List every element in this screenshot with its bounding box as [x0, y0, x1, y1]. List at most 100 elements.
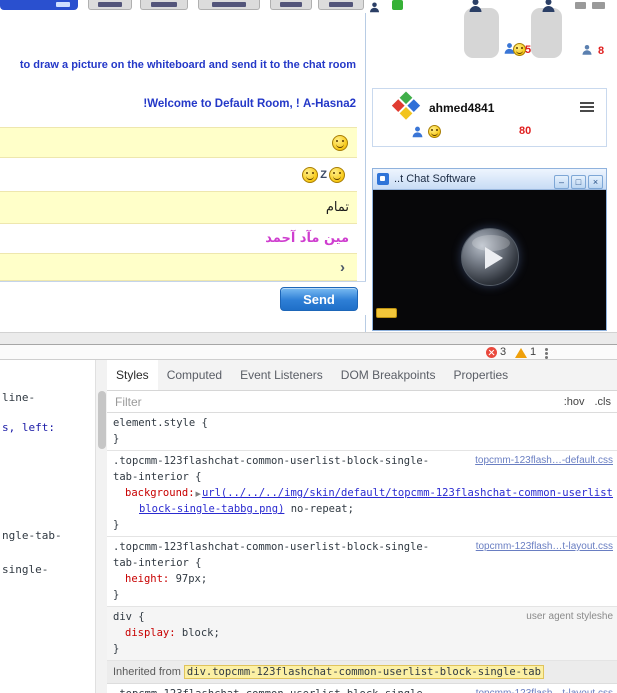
styles-sidebar: Styles Computed Event Listeners DOM Brea… [107, 360, 617, 693]
hov-toggle[interactable]: :hov [564, 396, 585, 408]
scrollbar-thumb[interactable] [98, 391, 106, 449]
flashchat-logo-icon [390, 91, 421, 122]
warning-count: 1 [530, 346, 536, 358]
css-property-value[interactable]: 97px; [169, 573, 207, 585]
css-property-value[interactable]: block; [176, 627, 220, 639]
elements-tree-pane: line- s, left: ngle-tab- single- [0, 360, 95, 693]
disclosure-triangle-icon[interactable]: ▶ [196, 490, 201, 498]
user-points-count: 80 [519, 125, 531, 137]
error-badge[interactable]: 3 [486, 346, 506, 358]
smiley-icon [332, 135, 348, 151]
css-rules-list: element.style { } topcmm-123flash…-defau… [107, 413, 617, 693]
smiley-icon [302, 167, 318, 183]
inherited-from-label: Inherited from [113, 666, 184, 678]
person-icon [581, 43, 593, 61]
css-rule-tab[interactable]: topcmm-123flash…t-layout.css .topcmm-123f… [107, 684, 617, 693]
warning-badge[interactable]: 1 [515, 346, 536, 358]
yellow-tag[interactable] [376, 308, 397, 318]
play-button[interactable] [461, 228, 519, 286]
chat-message-row [0, 127, 357, 158]
css-selector[interactable]: tab-interior { [113, 471, 202, 483]
person-icon [540, 0, 557, 18]
css-property-name[interactable]: display: [125, 627, 176, 639]
user-menu-icon[interactable] [580, 102, 594, 114]
chat-input-area[interactable]: Send [0, 281, 366, 315]
css-selector[interactable]: .topcmm-123flashchat-common-userlist-blo… [113, 541, 429, 553]
css-property-name[interactable]: background: [125, 487, 195, 499]
css-rule-user-agent[interactable]: user agent styleshe div { display: block;… [107, 607, 617, 661]
minimize-button[interactable]: – [554, 175, 569, 189]
small-icon[interactable] [592, 2, 605, 9]
css-selector[interactable]: .topcmm-123flashchat-common-userlist-blo… [113, 455, 429, 467]
stylesheet-link[interactable]: topcmm-123flash…t-layout.css [476, 686, 613, 693]
chat-message-row: › [0, 253, 357, 281]
dom-tree-fragment[interactable]: line- [2, 391, 35, 404]
css-brace: } [113, 589, 119, 601]
stylesheet-link[interactable]: topcmm-123flash…-default.css [475, 453, 613, 468]
chat-message-row: Z [0, 158, 357, 191]
dom-tree-fragment[interactable]: s, left: [2, 421, 55, 434]
tab-properties[interactable]: Properties [444, 360, 517, 390]
chat-arabic-message: مين مآد آحمد [265, 231, 349, 246]
styles-filter-bar: :hov .cls [107, 391, 617, 413]
css-brace: } [113, 433, 119, 445]
css-property-name[interactable]: height: [125, 573, 169, 585]
toolbar-button[interactable] [88, 0, 132, 10]
tab-computed[interactable]: Computed [158, 360, 231, 390]
css-rule-height[interactable]: topcmm-123flash…t-layout.css .topcmm-123f… [107, 537, 617, 607]
online-status-icon [392, 0, 403, 10]
css-url-link[interactable]: block-single-tabbg.png) [139, 503, 284, 515]
toolbar-primary-button[interactable] [0, 0, 78, 10]
css-selector[interactable]: .topcmm-123flashchat-common-userlist-blo… [113, 688, 429, 693]
toolbar-button[interactable] [140, 0, 188, 10]
more-menu-icon[interactable] [545, 348, 548, 359]
toolbar-button[interactable] [318, 0, 364, 10]
css-selector[interactable]: div { [113, 611, 145, 623]
devtools-toolbar: 3 1 [0, 345, 617, 360]
stylesheet-link[interactable]: topcmm-123flash…t-layout.css [476, 539, 613, 554]
css-selector[interactable]: element.style { [113, 417, 208, 429]
toolbar-button[interactable] [270, 0, 312, 10]
styles-filter-input[interactable] [113, 394, 554, 410]
cls-toggle[interactable]: .cls [595, 396, 612, 408]
inherited-from-bar: Inherited from div.topcmm-123flashchat-c… [107, 661, 617, 684]
send-button[interactable]: Send [280, 287, 358, 311]
chat-message-row: مين مآد آحمد [0, 224, 357, 253]
person-icon [467, 0, 484, 18]
toolbar-button[interactable] [198, 0, 260, 10]
restore-button[interactable]: □ [571, 175, 586, 189]
error-icon [486, 347, 497, 358]
sidebar-tabs: Styles Computed Event Listeners DOM Brea… [107, 360, 617, 391]
person-icon [411, 125, 424, 143]
close-button[interactable]: × [588, 175, 603, 189]
username-label: ahmed4841 [429, 101, 494, 115]
inherited-node-link[interactable]: div.topcmm-123flashchat-common-userlist-… [184, 665, 544, 679]
tab-styles[interactable]: Styles [107, 360, 158, 390]
css-selector[interactable]: tab-interior { [113, 557, 202, 569]
element-style-section[interactable]: element.style { } [107, 413, 617, 451]
expand-chevron-icon[interactable]: › [340, 259, 345, 276]
css-property-value[interactable]: no-repeat; [284, 503, 354, 515]
chat-system-message: to draw a picture on the whiteboard and … [0, 59, 356, 75]
stylesheet-origin-label: user agent styleshe [526, 609, 613, 624]
dom-tree-fragment[interactable]: ngle-tab- [2, 529, 62, 542]
current-user-panel[interactable]: ahmed4841 80 [372, 88, 607, 147]
window-title: ..t Chat Software [394, 173, 476, 185]
room-user-count: 8 [598, 45, 604, 57]
video-area [373, 190, 606, 330]
css-brace: } [113, 643, 119, 655]
window-app-icon [377, 173, 389, 185]
app-screen: to draw a picture on the whiteboard and … [0, 0, 617, 693]
elements-scrollbar[interactable] [95, 360, 107, 693]
window-titlebar[interactable]: ..t Chat Software –□× [373, 169, 606, 190]
small-icon[interactable] [575, 2, 586, 9]
tab-dom-breakpoints[interactable]: DOM Breakpoints [332, 360, 445, 390]
devtools-panel: 3 1 line- s, left: ngle-tab- single- Sty… [0, 344, 617, 693]
dom-tree-fragment[interactable]: single- [2, 563, 48, 576]
tab-event-listeners[interactable]: Event Listeners [231, 360, 332, 390]
css-rule-background[interactable]: topcmm-123flash…-default.css .topcmm-123f… [107, 451, 617, 537]
css-url-link[interactable]: url(../../../img/skin/default/topcmm-123… [202, 487, 613, 499]
window-controls: –□× [552, 172, 603, 190]
smiley-icon [428, 125, 441, 138]
devtools-divider[interactable] [0, 332, 617, 344]
